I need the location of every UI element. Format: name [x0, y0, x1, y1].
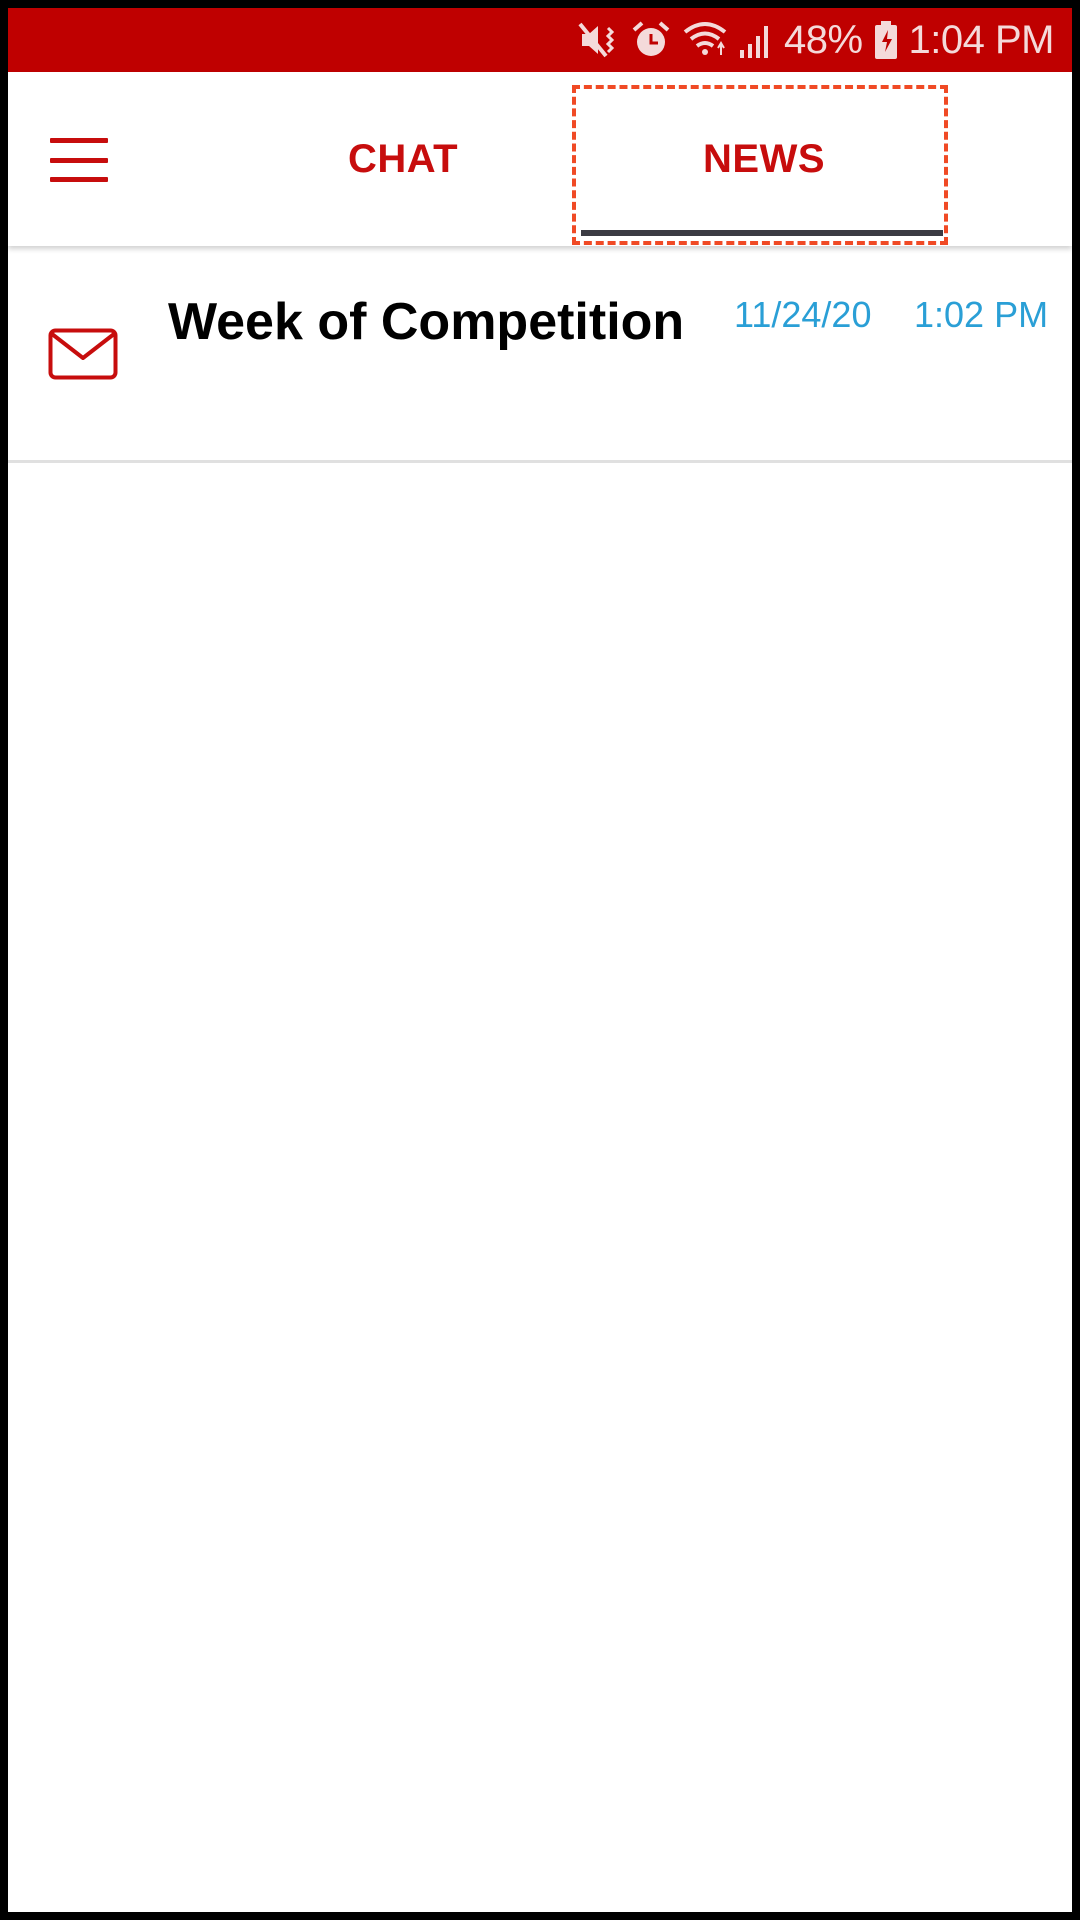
menu-bar-line	[50, 177, 108, 182]
wifi-icon	[682, 18, 728, 62]
menu-bar-line	[50, 157, 108, 163]
app-bar: CHAT NEWS	[8, 72, 1072, 246]
tab-chat-label: CHAT	[347, 136, 459, 181]
news-list: Week of Competition 11/24/20 1:02 PM	[8, 246, 1072, 463]
hamburger-menu-icon[interactable]	[50, 138, 110, 182]
news-time: 1:02 PM	[914, 294, 1049, 335]
tab-chat[interactable]: CHAT	[238, 72, 568, 246]
battery-charging-icon	[873, 18, 899, 62]
signal-icon	[738, 18, 774, 62]
news-date: 11/24/20	[734, 294, 872, 335]
list-item[interactable]: Week of Competition 11/24/20 1:02 PM	[8, 246, 1072, 463]
tab-news-label: NEWS	[703, 136, 825, 181]
tab-news[interactable]: NEWS	[578, 72, 950, 246]
alarm-icon	[630, 18, 672, 62]
phone-screen: 48% 1:04 PM CHAT NEWS Week of Competitio…	[0, 0, 1080, 1920]
news-title: Week of Competition	[168, 293, 685, 351]
status-bar: 48% 1:04 PM	[8, 8, 1072, 72]
envelope-icon	[48, 328, 118, 380]
status-time: 1:04 PM	[908, 18, 1055, 62]
mute-vibrate-icon	[576, 18, 620, 62]
tab-selected-indicator	[581, 230, 943, 236]
menu-bar-line	[50, 138, 108, 143]
battery-percentage: 48%	[783, 18, 863, 62]
